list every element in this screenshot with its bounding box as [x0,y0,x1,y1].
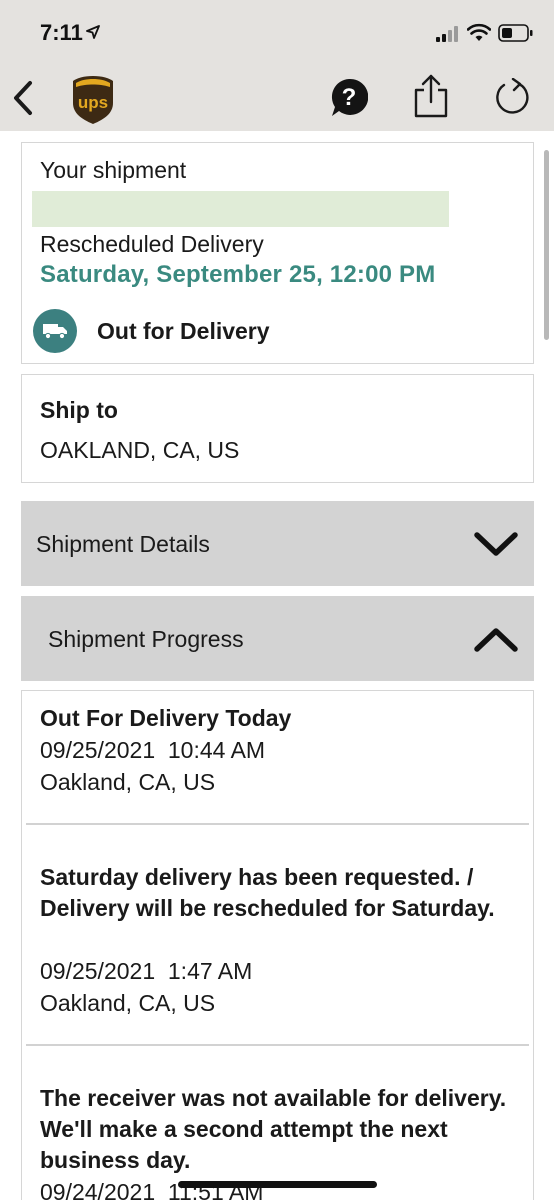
delivery-label: Rescheduled Delivery [40,231,264,257]
truck-icon [33,309,77,353]
event-datetime: 09/25/2021 10:44 AM [40,737,266,763]
shipment-label: Your shipment [40,157,187,183]
event-title: The receiver was not available for deliv… [40,1085,507,1173]
redacted-tracking-number [32,191,449,227]
battery-icon [498,24,533,42]
event-divider [26,1044,529,1046]
shipment-details-section[interactable]: Shipment Details [21,501,534,586]
ship-to-card: Ship to OAKLAND, CA, US [21,374,534,483]
event-datetime: 09/25/2021 1:47 AM [40,958,253,984]
status-time: 7:11 [40,20,83,45]
back-icon[interactable] [10,80,36,116]
location-arrow-icon [86,25,100,39]
shipment-summary-card: Your shipment Rescheduled Delivery Satur… [21,142,534,364]
event-title: Out For Delivery Today [40,705,292,731]
refresh-icon[interactable] [494,78,530,116]
ups-logo: ups [73,76,113,124]
shipment-progress-section[interactable]: Shipment Progress [21,596,534,681]
svg-text:ups: ups [78,93,108,112]
svg-text:?: ? [342,84,357,111]
share-icon[interactable] [412,74,450,118]
shipment-progress-label: Shipment Progress [48,626,244,652]
wifi-icon [467,23,491,41]
delivery-date: Saturday, September 25, 12:00 PM [40,261,436,288]
event-title: Saturday delivery has been requested. / … [40,864,495,921]
home-indicator [178,1181,377,1188]
ship-to-address: OAKLAND, CA, US [40,437,240,463]
cellular-signal-icon [436,26,458,42]
event-divider [26,823,529,825]
event-location: Oakland, CA, US [40,769,216,795]
help-icon[interactable]: ? [330,78,368,118]
delivery-status: Out for Delivery [97,318,270,344]
ship-to-label: Ship to [40,397,118,423]
event-location: Oakland, CA, US [40,990,216,1016]
scrollbar[interactable] [544,150,549,340]
chevron-up-icon[interactable] [473,624,519,654]
chevron-down-icon[interactable] [473,529,519,559]
top-bar: 7:11 ups ? [0,0,554,131]
shipment-details-label: Shipment Details [36,531,210,557]
progress-event-list: Out For Delivery Today 09/25/2021 10:44 … [21,690,534,1200]
